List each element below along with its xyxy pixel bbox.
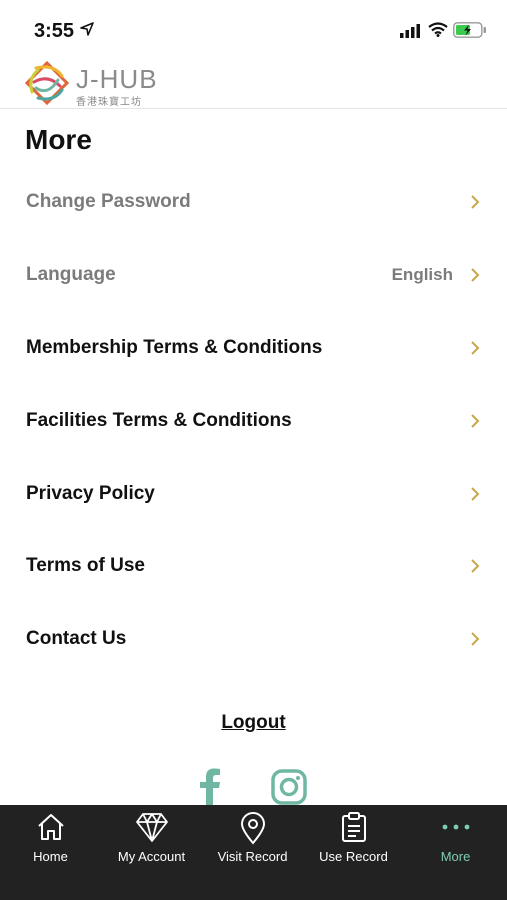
wifi-icon bbox=[428, 22, 448, 37]
cellular-signal-icon bbox=[400, 24, 420, 38]
tab-label: Use Record bbox=[319, 849, 388, 864]
menu-item-label: Privacy Policy bbox=[26, 482, 155, 504]
tab-label: More bbox=[440, 849, 471, 864]
diamond-icon bbox=[135, 813, 168, 842]
menu-item-label: Facilities Terms & Conditions bbox=[26, 409, 292, 431]
chevron-right-icon bbox=[471, 486, 480, 501]
menu-item-label: Language bbox=[26, 264, 116, 286]
page-title: More bbox=[25, 124, 92, 155]
menu-item-privacy-policy[interactable]: Privacy Policy bbox=[0, 457, 507, 530]
menu-item-membership-terms[interactable]: Membership Terms & Conditions bbox=[0, 312, 507, 385]
menu-item-label: Terms of Use bbox=[26, 555, 145, 577]
logout-link[interactable]: Logout bbox=[0, 712, 507, 734]
menu-item-contact-us[interactable]: Contact Us bbox=[0, 603, 507, 676]
tab-label: Visit Record bbox=[217, 849, 288, 864]
clipboard-icon bbox=[341, 812, 366, 842]
menu-item-terms-of-use[interactable]: Terms of Use bbox=[0, 530, 507, 603]
more-dots-icon bbox=[442, 824, 469, 830]
menu-item-label: Membership Terms & Conditions bbox=[26, 336, 323, 358]
facebook-icon[interactable] bbox=[196, 768, 222, 806]
bottom-tab-bar: Home My Account Visit Record Use Record … bbox=[0, 805, 507, 900]
chevron-right-icon bbox=[471, 341, 480, 355]
status-time: 3:55 bbox=[34, 20, 75, 42]
location-arrow-icon bbox=[80, 22, 94, 36]
chevron-right-icon bbox=[471, 632, 480, 646]
chevron-right-icon bbox=[471, 414, 480, 428]
menu-item-language[interactable]: Language English bbox=[0, 239, 507, 312]
chevron-right-icon bbox=[471, 195, 480, 210]
j-hub-logo-icon bbox=[24, 60, 70, 106]
battery-icon bbox=[453, 22, 486, 38]
tab-my-account[interactable]: My Account bbox=[101, 805, 202, 900]
chevron-right-icon bbox=[471, 559, 480, 574]
tab-more[interactable]: More bbox=[404, 805, 507, 900]
tab-label: Home bbox=[33, 849, 68, 864]
tab-home[interactable]: Home bbox=[0, 805, 101, 900]
language-value: English bbox=[391, 265, 453, 285]
location-pin-icon bbox=[240, 812, 265, 845]
tab-use-record[interactable]: Use Record bbox=[303, 805, 404, 900]
chevron-right-icon bbox=[471, 268, 480, 282]
instagram-icon[interactable] bbox=[270, 768, 308, 806]
tab-visit-record[interactable]: Visit Record bbox=[202, 805, 303, 900]
brand-subtitle: 香港珠寶工坊 bbox=[76, 97, 142, 108]
status-bar: 3:55 bbox=[0, 0, 507, 58]
home-icon bbox=[37, 814, 64, 840]
menu-item-label: Change Password bbox=[26, 191, 191, 213]
menu-item-facilities-terms[interactable]: Facilities Terms & Conditions bbox=[0, 384, 507, 457]
menu-item-label: Contact Us bbox=[26, 628, 127, 650]
more-menu-list: Change Password Language English Members… bbox=[0, 166, 507, 676]
tab-label: My Account bbox=[117, 849, 186, 864]
app-header: J-HUB 香港珠寶工坊 bbox=[0, 58, 507, 109]
menu-item-change-password[interactable]: Change Password bbox=[0, 166, 507, 239]
brand-name: J-HUB bbox=[76, 64, 158, 94]
